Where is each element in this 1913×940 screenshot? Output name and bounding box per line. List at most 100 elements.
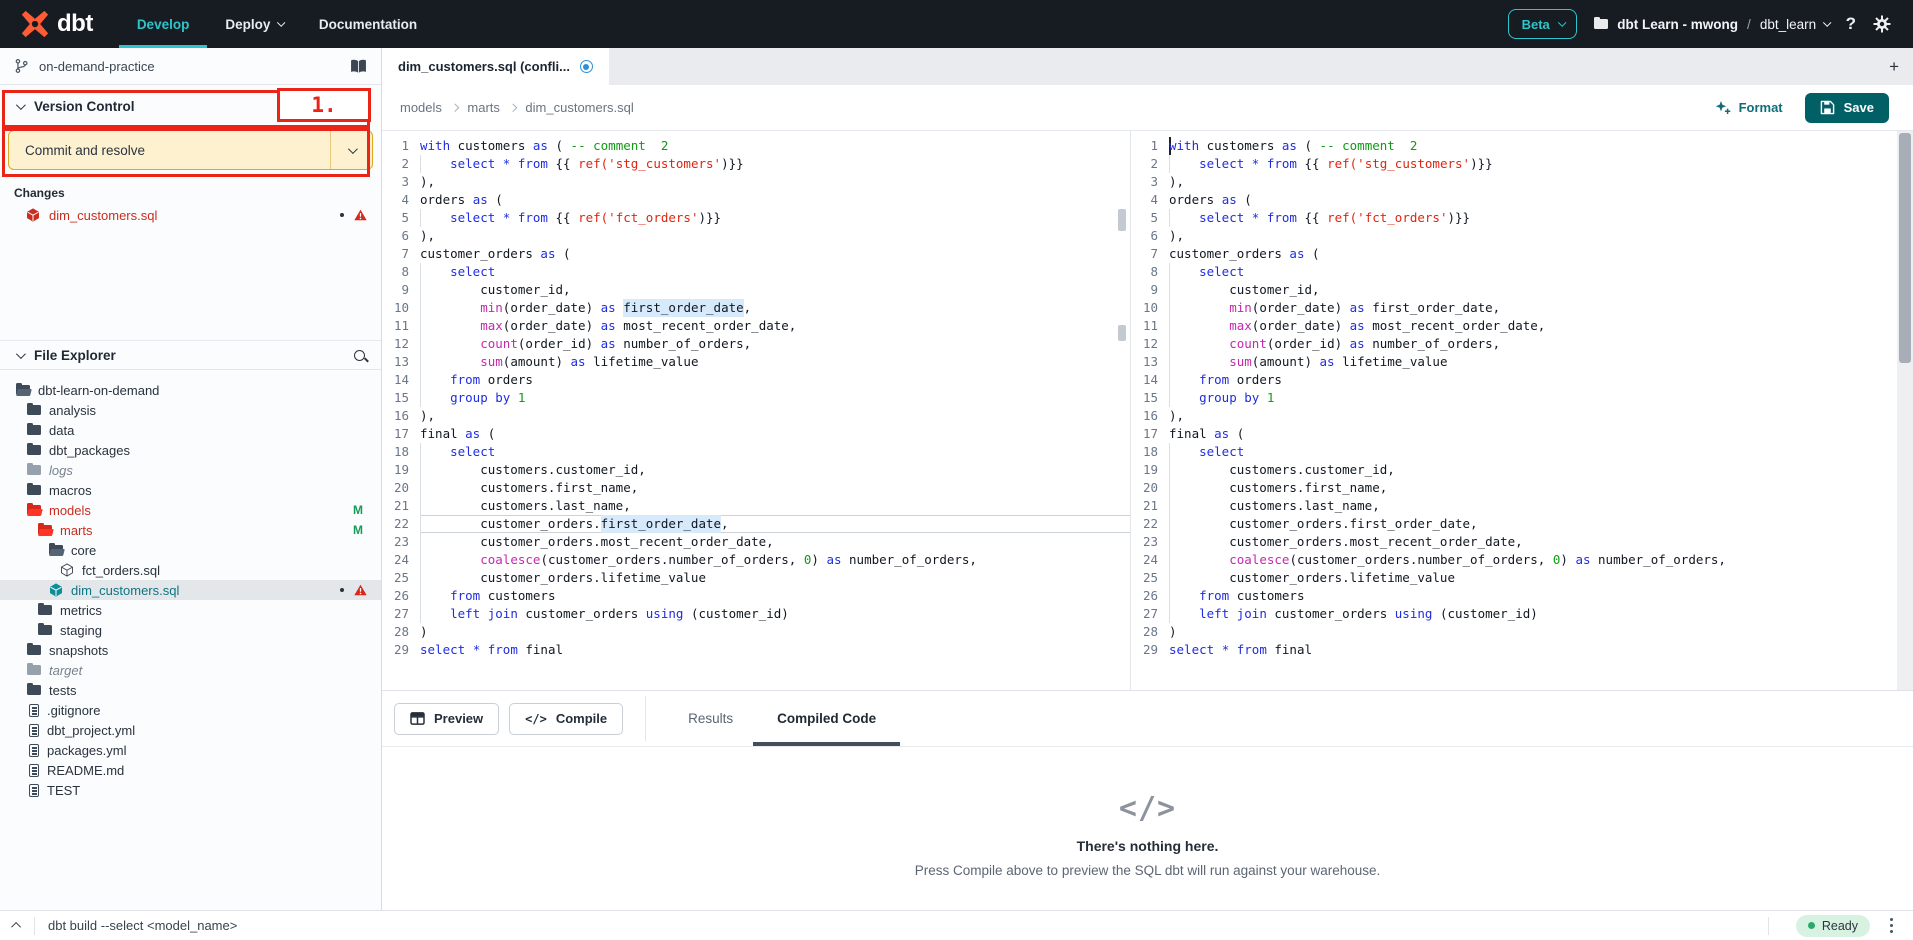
tree-item-TEST[interactable]: TEST	[0, 780, 381, 800]
format-button[interactable]: Format	[1715, 100, 1783, 116]
code-line[interactable]: 6),	[1131, 227, 1897, 245]
tree-item-packages.yml[interactable]: packages.yml	[0, 740, 381, 760]
compile-button[interactable]: </> Compile	[509, 703, 623, 735]
tree-item-staging[interactable]: staging	[0, 620, 381, 640]
code-line[interactable]: 15 group by 1	[1131, 389, 1897, 407]
code-line[interactable]: 13 sum(amount) as lifetime_value	[1131, 353, 1897, 371]
code-line[interactable]: 17final as (	[382, 425, 1130, 443]
kebab-menu-icon[interactable]	[1884, 917, 1899, 935]
code-line[interactable]: 21 customers.last_name,	[1131, 497, 1897, 515]
code-line[interactable]: 7customer_orders as (	[1131, 245, 1897, 263]
code-line[interactable]: 3),	[1131, 173, 1897, 191]
code-line[interactable]: 26 from customers	[382, 587, 1130, 605]
code-line[interactable]: 19 customers.customer_id,	[382, 461, 1130, 479]
code-line[interactable]: 12 count(order_id) as number_of_orders,	[1131, 335, 1897, 353]
save-button[interactable]: Save	[1805, 93, 1889, 123]
code-line[interactable]: 9 customer_id,	[1131, 281, 1897, 299]
code-line[interactable]: 4orders as (	[1131, 191, 1897, 209]
code-line[interactable]: 10 min(order_date) as first_order_date,	[382, 299, 1130, 317]
code-line[interactable]: 14 from orders	[1131, 371, 1897, 389]
commit-and-resolve-button[interactable]: Commit and resolve	[9, 131, 330, 169]
tree-item-dbt-learn-on-demand[interactable]: dbt-learn-on-demand	[0, 380, 381, 400]
code-line[interactable]: 18 select	[1131, 443, 1897, 461]
code-line[interactable]: 17final as (	[1131, 425, 1897, 443]
code-line[interactable]: 18 select	[382, 443, 1130, 461]
code-line[interactable]: 4orders as (	[382, 191, 1130, 209]
scrollbar-thumb[interactable]	[1118, 209, 1126, 231]
code-line[interactable]: 1with customers as ( -- comment 2	[1131, 137, 1897, 155]
code-line[interactable]: 27 left join customer_orders using (cust…	[1131, 605, 1897, 623]
code-line[interactable]: 6),	[382, 227, 1130, 245]
git-branch-row[interactable]: on-demand-practice	[0, 48, 381, 85]
tree-item-dbt_packages[interactable]: dbt_packages	[0, 440, 381, 460]
dbt-logo[interactable]: dbt	[0, 0, 119, 48]
expand-command-bar-icon[interactable]	[11, 922, 21, 932]
code-line[interactable]: 23 customer_orders.most_recent_order_dat…	[1131, 533, 1897, 551]
code-line[interactable]: 28)	[1131, 623, 1897, 641]
breadcrumb-segment[interactable]: marts	[467, 100, 500, 115]
command-input[interactable]: dbt build --select <model_name>	[48, 918, 237, 933]
environment-selector[interactable]: dbt_learn	[1760, 17, 1829, 32]
beta-button[interactable]: Beta	[1508, 9, 1578, 39]
tree-item-models[interactable]: modelsM	[0, 500, 381, 520]
code-line[interactable]: 22 customer_orders.first_order_date,	[382, 515, 1130, 533]
code-line[interactable]: 12 count(order_id) as number_of_orders,	[382, 335, 1130, 353]
help-icon[interactable]: ?	[1846, 14, 1856, 34]
tree-item-fct_orders.sql[interactable]: fct_orders.sql	[0, 560, 381, 580]
tree-item-tests[interactable]: tests	[0, 680, 381, 700]
project-selector[interactable]: dbt Learn - mwong / dbt_learn	[1594, 17, 1828, 32]
nav-deploy[interactable]: Deploy	[207, 0, 301, 48]
code-line[interactable]: 23 customer_orders.most_recent_order_dat…	[382, 533, 1130, 551]
tab-dim-customers[interactable]: dim_customers.sql (confli...	[382, 48, 609, 85]
breadcrumb-segment[interactable]: models	[400, 100, 442, 115]
code-line[interactable]: 7customer_orders as (	[382, 245, 1130, 263]
code-pane-left[interactable]: 1with customers as ( -- comment 22 selec…	[382, 131, 1130, 690]
tree-item-dim_customers.sql[interactable]: dim_customers.sql	[0, 580, 381, 600]
code-line[interactable]: 8 select	[1131, 263, 1897, 281]
code-line[interactable]: 16),	[1131, 407, 1897, 425]
preview-button[interactable]: Preview	[394, 703, 499, 735]
code-line[interactable]: 22 customer_orders.first_order_date,	[1131, 515, 1897, 533]
tree-item-README.md[interactable]: README.md	[0, 760, 381, 780]
nav-documentation[interactable]: Documentation	[301, 0, 435, 48]
panel-tab-results[interactable]: Results	[668, 691, 753, 746]
tree-item-analysis[interactable]: analysis	[0, 400, 381, 420]
code-line[interactable]: 20 customers.first_name,	[1131, 479, 1897, 497]
scrollbar-thumb[interactable]	[1899, 133, 1911, 363]
code-line[interactable]: 2 select * from {{ ref('stg_customers')}…	[382, 155, 1130, 173]
code-line[interactable]: 26 from customers	[1131, 587, 1897, 605]
tree-item-core[interactable]: core	[0, 540, 381, 560]
tree-item-.gitignore[interactable]: .gitignore	[0, 700, 381, 720]
code-line[interactable]: 29select * from final	[1131, 641, 1897, 659]
code-line[interactable]: 24 coalesce(customer_orders.number_of_or…	[382, 551, 1130, 569]
code-pane-right[interactable]: 1with customers as ( -- comment 22 selec…	[1130, 131, 1897, 690]
panel-tab-compiled-code[interactable]: Compiled Code	[753, 691, 900, 746]
code-line[interactable]: 8 select	[382, 263, 1130, 281]
code-line[interactable]: 29select * from final	[382, 641, 1130, 659]
tree-item-dbt_project.yml[interactable]: dbt_project.yml	[0, 720, 381, 740]
ready-status-badge[interactable]: Ready	[1796, 915, 1870, 937]
code-line[interactable]: 11 max(order_date) as most_recent_order_…	[382, 317, 1130, 335]
tree-item-data[interactable]: data	[0, 420, 381, 440]
left-pane-scrollbar[interactable]	[1118, 131, 1127, 690]
scrollbar-thumb[interactable]	[1118, 325, 1126, 341]
code-line[interactable]: 5 select * from {{ ref('fct_orders')}}	[382, 209, 1130, 227]
code-line[interactable]: 11 max(order_date) as most_recent_order_…	[1131, 317, 1897, 335]
code-line[interactable]: 24 coalesce(customer_orders.number_of_or…	[1131, 551, 1897, 569]
tree-item-snapshots[interactable]: snapshots	[0, 640, 381, 660]
code-line[interactable]: 13 sum(amount) as lifetime_value	[382, 353, 1130, 371]
tree-item-metrics[interactable]: metrics	[0, 600, 381, 620]
code-line[interactable]: 16),	[382, 407, 1130, 425]
code-line[interactable]: 28)	[382, 623, 1130, 641]
code-line[interactable]: 10 min(order_date) as first_order_date,	[1131, 299, 1897, 317]
tree-item-macros[interactable]: macros	[0, 480, 381, 500]
code-line[interactable]: 5 select * from {{ ref('fct_orders')}}	[1131, 209, 1897, 227]
code-line[interactable]: 21 customers.last_name,	[382, 497, 1130, 515]
changes-file-dim_customers.sql[interactable]: dim_customers.sql	[0, 202, 381, 228]
code-line[interactable]: 2 select * from {{ ref('stg_customers')}…	[1131, 155, 1897, 173]
code-line[interactable]: 14 from orders	[382, 371, 1130, 389]
nav-develop[interactable]: Develop	[119, 0, 208, 48]
tree-item-target[interactable]: target	[0, 660, 381, 680]
gear-icon[interactable]	[1873, 15, 1891, 33]
commit-options-button[interactable]	[330, 131, 372, 169]
